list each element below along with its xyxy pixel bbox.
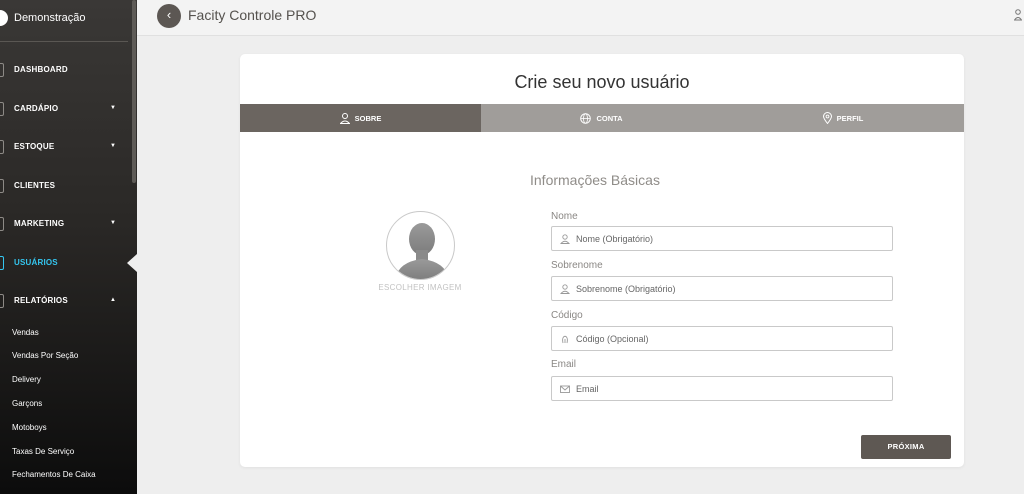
chevron-down-icon: ▼	[110, 143, 116, 149]
menu-icon	[0, 102, 4, 116]
sidebar-item-label: RELATÓRIOS	[14, 296, 68, 305]
codigo-field[interactable]	[551, 326, 893, 351]
fingerprint-icon	[562, 335, 568, 344]
email-label: Email	[551, 359, 577, 370]
sidebar-scrollbar[interactable]	[132, 0, 136, 183]
new-user-form-card: Crie seu novo usuário SOBRE CONTA PERFIL	[240, 54, 964, 467]
location-pin-icon	[822, 112, 832, 124]
sidebar: Demonstração DASHBOARD CARDÁPIO ▼ ESTOQU…	[0, 0, 137, 494]
sobrenome-input[interactable]	[576, 277, 886, 300]
back-button[interactable]: ‹	[157, 4, 181, 28]
app-title: Facity Controle PRO	[188, 7, 317, 23]
nome-input[interactable]	[576, 227, 886, 250]
chevron-up-icon: ▲	[110, 297, 116, 303]
submenu-item-taxas-de-servico[interactable]: Taxas De Serviço	[12, 447, 74, 456]
step-perfil[interactable]: PERFIL	[722, 104, 964, 132]
reports-icon	[0, 294, 4, 308]
wizard-steps: SOBRE CONTA PERFIL	[240, 104, 964, 132]
sidebar-item-label: CLIENTES	[14, 181, 56, 190]
email-input[interactable]	[576, 377, 886, 400]
sobrenome-label: Sobrenome	[551, 260, 603, 271]
codigo-label: Código	[551, 310, 583, 321]
sidebar-item-label: USUÁRIOS	[14, 258, 58, 267]
brand-avatar	[0, 10, 8, 26]
sidebar-item-cardapio[interactable]: CARDÁPIO ▼	[0, 100, 128, 120]
sidebar-item-estoque[interactable]: ESTOQUE ▼	[0, 138, 128, 158]
sidebar-item-label: MARKETING	[14, 219, 65, 228]
sidebar-item-usuarios[interactable]: USUÁRIOS	[0, 254, 128, 274]
submenu-item-vendas[interactable]: Vendas	[12, 328, 39, 337]
step-label: PERFIL	[836, 113, 864, 123]
marketing-icon	[0, 217, 4, 231]
sidebar-item-clientes[interactable]: CLIENTES	[0, 177, 128, 197]
sidebar-item-label: CARDÁPIO	[14, 104, 59, 113]
sidebar-item-label: ESTOQUE	[14, 142, 55, 151]
sidebar-item-dashboard[interactable]: DASHBOARD	[0, 61, 128, 81]
user-icon	[560, 284, 570, 294]
nome-field[interactable]	[551, 226, 893, 251]
email-field[interactable]	[551, 376, 893, 401]
submenu-item-garcons[interactable]: Garçons	[12, 399, 42, 408]
submenu-item-motoboys[interactable]: Motoboys	[12, 423, 47, 432]
submenu-item-delivery[interactable]: Delivery	[12, 375, 41, 384]
users-icon	[0, 256, 4, 270]
next-button[interactable]: PRÓXIMA	[861, 435, 951, 459]
brand-name: Demonstração	[14, 12, 86, 24]
avatar-silhouette-icon	[395, 223, 449, 279]
step-conta[interactable]: CONTA	[481, 104, 722, 132]
envelope-icon	[560, 385, 570, 393]
dashboard-icon	[0, 63, 4, 77]
sidebar-brand[interactable]: Demonstração	[0, 0, 128, 42]
step-sobre[interactable]: SOBRE	[240, 104, 481, 132]
sidebar-item-label: DASHBOARD	[14, 65, 68, 74]
submenu-item-fechamentos-de-caixa[interactable]: Fechamentos De Caixa	[12, 470, 96, 479]
section-title: Informações Básicas	[530, 172, 660, 188]
submenu-item-vendas-por-secao[interactable]: Vendas Por Seção	[12, 351, 78, 360]
form-title: Crie seu novo usuário	[514, 72, 690, 92]
sidebar-item-marketing[interactable]: MARKETING ▼	[0, 215, 128, 235]
sidebar-item-relatorios[interactable]: RELATÓRIOS ▲	[0, 292, 128, 312]
step-label: SOBRE	[354, 113, 382, 123]
step-label: CONTA	[596, 113, 623, 123]
box-icon	[0, 140, 4, 154]
choose-image-link[interactable]: ESCOLHER IMAGEM	[350, 283, 490, 292]
chevron-down-icon: ▼	[110, 220, 116, 226]
clients-icon	[0, 179, 4, 193]
sobrenome-field[interactable]	[551, 276, 893, 301]
top-header: ‹ Facity Controle PRO	[137, 0, 1024, 36]
user-icon	[339, 112, 350, 124]
nome-label: Nome	[551, 211, 578, 222]
globe-icon	[580, 112, 592, 124]
user-icon	[560, 234, 570, 244]
codigo-input[interactable]	[576, 327, 886, 350]
chevron-down-icon: ▼	[110, 105, 116, 111]
user-menu-icon[interactable]	[1014, 9, 1022, 21]
avatar-placeholder[interactable]	[386, 211, 455, 280]
active-item-pointer	[127, 254, 137, 272]
